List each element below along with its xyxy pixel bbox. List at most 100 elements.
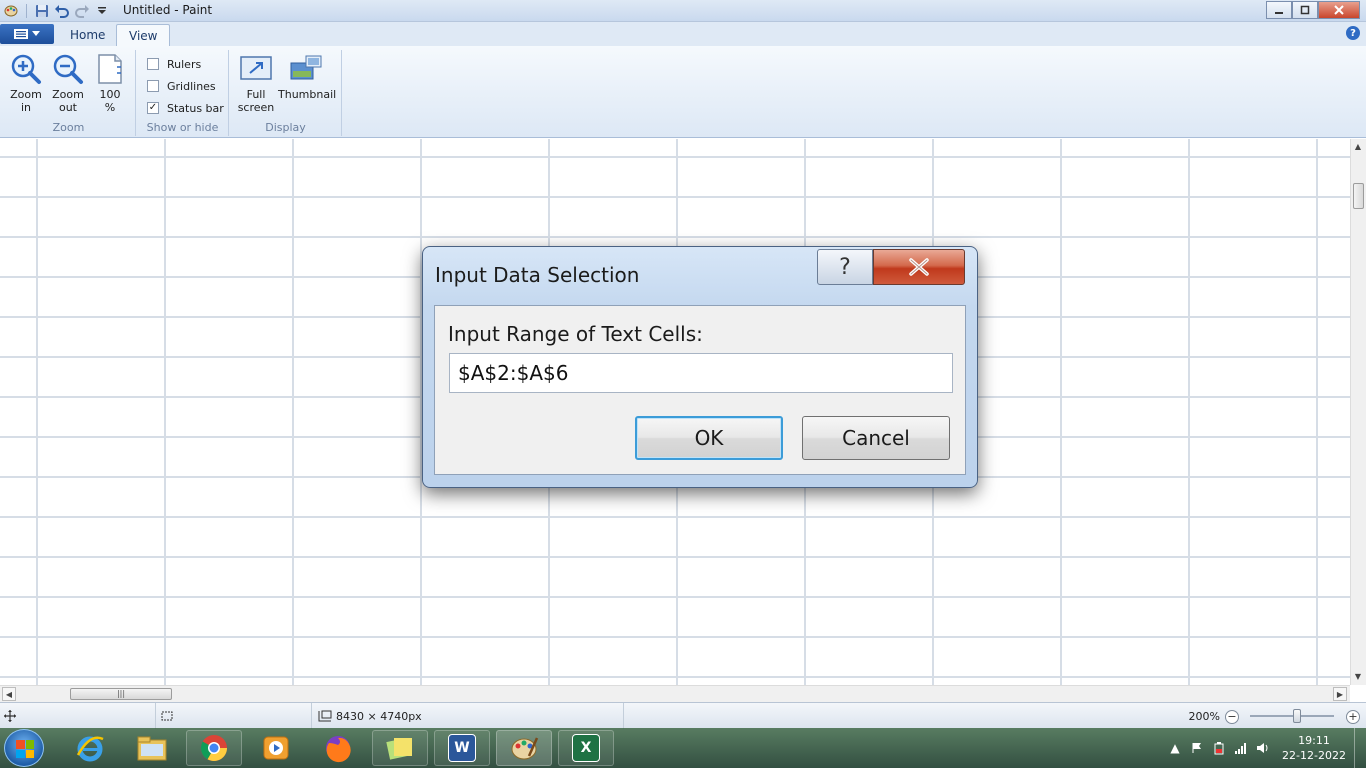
close-window-button[interactable] bbox=[1318, 1, 1360, 19]
scroll-up-icon[interactable]: ▲ bbox=[1351, 139, 1365, 153]
grid-line bbox=[0, 596, 1350, 598]
vertical-scrollbar[interactable]: ▲ ▼ bbox=[1350, 139, 1366, 685]
grid-line bbox=[0, 516, 1350, 518]
horizontal-scroll-thumb[interactable]: ||| bbox=[70, 688, 172, 700]
start-button[interactable] bbox=[4, 729, 44, 767]
taskbar-word[interactable]: W bbox=[434, 730, 490, 766]
show-hidden-icons-icon[interactable]: ▲ bbox=[1164, 737, 1186, 759]
thumbnail-button[interactable]: Thumbnail bbox=[278, 52, 336, 101]
taskbar-excel[interactable]: X bbox=[558, 730, 614, 766]
full-screen-button[interactable]: Full screen bbox=[236, 52, 276, 114]
volume-icon[interactable] bbox=[1252, 737, 1274, 759]
rulers-checkbox-box[interactable] bbox=[147, 58, 159, 70]
paint-icon bbox=[511, 737, 539, 760]
taskbar-internet-explorer[interactable] bbox=[62, 730, 118, 766]
save-icon[interactable] bbox=[33, 2, 51, 20]
power-battery-icon[interactable] bbox=[1208, 737, 1230, 759]
scroll-right-icon[interactable]: ▶ bbox=[1333, 687, 1347, 701]
excel-icon: X bbox=[572, 734, 600, 762]
window-title: Untitled - Paint bbox=[123, 3, 213, 17]
taskbar-media-player[interactable] bbox=[248, 730, 304, 766]
zoom-group: Zoom in Zoom out 100 % Zoom bbox=[2, 50, 136, 136]
customize-qat-icon[interactable] bbox=[93, 2, 111, 20]
window-controls bbox=[1266, 1, 1360, 19]
undo-icon[interactable] bbox=[53, 2, 71, 20]
horizontal-scrollbar[interactable]: ◀ ||| ▶ bbox=[0, 685, 1350, 702]
selection-icon bbox=[161, 711, 173, 721]
zoom-level-section: 200% bbox=[1170, 703, 1220, 729]
word-icon: W bbox=[448, 734, 476, 762]
grid-line bbox=[0, 156, 1350, 158]
image-size-icon bbox=[318, 710, 332, 722]
grid-line bbox=[0, 196, 1350, 198]
display-group: Full screen Thumbnail Display bbox=[230, 50, 342, 136]
taskbar-sticky-notes[interactable] bbox=[372, 730, 428, 766]
grid-line bbox=[1060, 139, 1062, 685]
maximize-button[interactable] bbox=[1292, 1, 1318, 19]
move-cursor-icon bbox=[4, 710, 16, 722]
input-range-field[interactable] bbox=[449, 353, 953, 393]
ok-button[interactable]: OK bbox=[635, 416, 783, 460]
cursor-position-section bbox=[0, 703, 156, 729]
scroll-down-icon[interactable]: ▼ bbox=[1351, 669, 1365, 683]
taskbar-paint[interactable] bbox=[496, 730, 552, 766]
grid-line bbox=[1188, 139, 1190, 685]
display-group-label: Display bbox=[265, 121, 306, 134]
taskbar-file-explorer[interactable] bbox=[124, 730, 180, 766]
internet-explorer-icon bbox=[76, 736, 104, 762]
image-size-section: 8430 × 4740px bbox=[312, 703, 624, 729]
chevron-down-icon bbox=[32, 31, 40, 36]
dialog-help-button[interactable]: ? bbox=[817, 249, 873, 285]
zoom-in-button[interactable]: Zoom in bbox=[6, 52, 46, 114]
grid-line bbox=[292, 139, 294, 685]
minimize-button[interactable] bbox=[1266, 1, 1292, 19]
show-hide-group-label: Show or hide bbox=[146, 121, 219, 134]
redo-icon[interactable] bbox=[73, 2, 91, 20]
dialog-body: Input Range of Text Cells: OK Cancel bbox=[434, 305, 966, 475]
help-icon[interactable]: ? bbox=[1346, 26, 1360, 40]
rulers-checkbox[interactable]: Rulers bbox=[147, 56, 201, 72]
status-bar-checkbox[interactable]: ✓ Status bar bbox=[147, 100, 224, 116]
taskbar-clock[interactable]: 19:11 22-12-2022 bbox=[1274, 733, 1354, 763]
gridlines-checkbox[interactable]: Gridlines bbox=[147, 78, 216, 94]
cancel-button[interactable]: Cancel bbox=[802, 416, 950, 460]
dialog-close-button[interactable] bbox=[873, 249, 965, 285]
tab-view[interactable]: View bbox=[116, 24, 171, 46]
ribbon-view-panel: Zoom in Zoom out 100 % Zoom Rulers Gridl… bbox=[0, 46, 1366, 138]
taskbar-chrome[interactable] bbox=[186, 730, 242, 766]
scroll-left-icon[interactable]: ◀ bbox=[2, 687, 16, 701]
sticky-notes-icon bbox=[386, 738, 412, 760]
paint-app-icon[interactable] bbox=[2, 2, 20, 20]
network-signal-icon[interactable] bbox=[1230, 737, 1252, 759]
taskbar: W X ▲ 19:11 22-12-2022 bbox=[0, 728, 1366, 768]
quick-access-toolbar bbox=[0, 0, 111, 22]
taskbar-firefox[interactable] bbox=[310, 730, 366, 766]
show-desktop-button[interactable] bbox=[1354, 728, 1366, 768]
zoom-100-button[interactable]: 100 % bbox=[90, 52, 130, 114]
selection-size-section bbox=[156, 703, 312, 729]
show-hide-group: Rulers Gridlines ✓ Status bar Show or hi… bbox=[137, 50, 229, 136]
vertical-scroll-thumb[interactable] bbox=[1353, 183, 1364, 209]
action-center-flag-icon[interactable] bbox=[1186, 737, 1208, 759]
paint-menu-button[interactable] bbox=[0, 24, 54, 44]
zoom-slider-handle[interactable] bbox=[1293, 709, 1301, 723]
qat-separator bbox=[26, 4, 27, 18]
windows-logo-icon bbox=[16, 740, 34, 758]
full-screen-icon bbox=[240, 56, 272, 80]
zoom-out-small-button[interactable]: − bbox=[1225, 710, 1239, 724]
tab-home[interactable]: Home bbox=[58, 24, 117, 46]
zoom-level-text: 200% bbox=[1188, 709, 1220, 723]
zoom-out-icon bbox=[53, 54, 83, 84]
zoom-in-small-button[interactable]: + bbox=[1346, 710, 1360, 724]
gridlines-checkbox-box[interactable] bbox=[147, 80, 159, 92]
status-bar-checkbox-box[interactable]: ✓ bbox=[147, 102, 159, 114]
folder-icon bbox=[137, 736, 167, 761]
grid-line bbox=[1316, 139, 1318, 685]
zoom-in-icon bbox=[11, 54, 41, 84]
zoom-out-button[interactable]: Zoom out bbox=[48, 52, 88, 114]
close-icon bbox=[909, 258, 929, 276]
question-mark-icon: ? bbox=[839, 254, 851, 280]
menu-icon bbox=[14, 29, 28, 39]
grid-line bbox=[36, 139, 38, 685]
zoom-slider-track[interactable] bbox=[1250, 715, 1334, 717]
